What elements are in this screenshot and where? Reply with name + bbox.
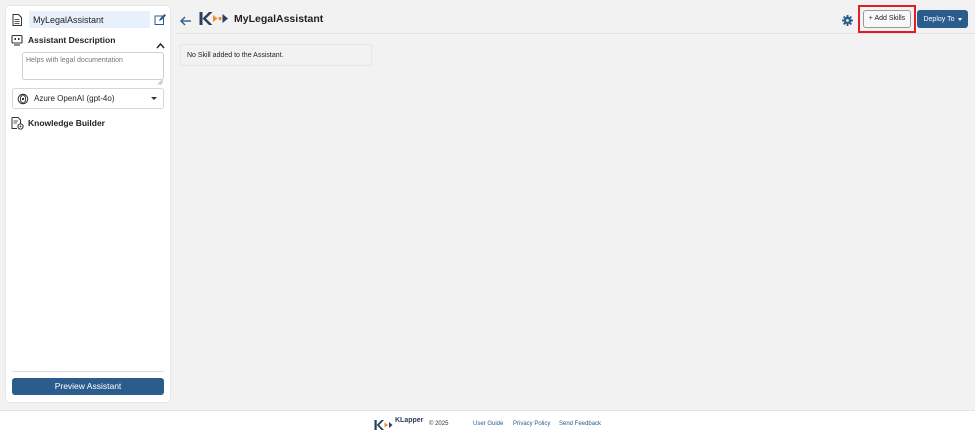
knowledge-builder-link[interactable]: Knowledge Builder	[28, 118, 105, 128]
page-title: MyLegalAssistant	[234, 13, 324, 25]
chevron-up-icon[interactable]	[156, 37, 165, 49]
header-divider	[176, 33, 975, 34]
openai-icon	[17, 93, 29, 105]
klapper-logo	[199, 11, 229, 26]
footer-brand: KLapper	[395, 417, 424, 424]
send-feedback-link[interactable]: Send Feedback	[559, 421, 601, 427]
user-guide-link[interactable]: User Guide	[473, 421, 503, 427]
footer-copyright: © 2025	[429, 421, 449, 427]
privacy-policy-link[interactable]: Privacy Policy	[513, 421, 550, 427]
resize-grip-icon[interactable]	[157, 72, 163, 85]
assistant-description-title: Assistant Description	[28, 35, 116, 45]
skills-empty-message: No Skill added to the Assistant.	[187, 52, 284, 59]
gear-icon[interactable]	[842, 13, 853, 26]
app-root: Assistant Description Azure OpenAI (gpt-…	[0, 0, 975, 436]
document-icon	[12, 14, 22, 26]
sidebar-divider	[12, 371, 164, 372]
caret-down-icon	[957, 17, 962, 21]
sidebar: Assistant Description Azure OpenAI (gpt-…	[6, 6, 170, 402]
skills-empty-state: No Skill added to the Assistant.	[180, 44, 372, 66]
assistant-name-input[interactable]	[29, 11, 150, 28]
assistant-description-textarea[interactable]	[22, 52, 164, 80]
edit-icon[interactable]	[154, 13, 166, 25]
robot-icon	[11, 35, 23, 46]
preview-assistant-button[interactable]: Preview Assistant	[12, 378, 164, 395]
add-skills-button[interactable]: + Add Skills	[863, 10, 911, 28]
caret-down-icon	[151, 97, 157, 100]
deploy-to-label: Deploy To	[923, 15, 955, 23]
back-arrow-icon[interactable]	[180, 13, 192, 26]
deploy-to-button[interactable]: Deploy To	[917, 10, 968, 28]
model-select[interactable]: Azure OpenAI (gpt-4o)	[12, 88, 164, 109]
footer: KLapper © 2025 User Guide Privacy Policy…	[0, 410, 975, 436]
knowledge-builder-icon	[11, 117, 24, 130]
model-select-label: Azure OpenAI (gpt-4o)	[34, 94, 115, 103]
